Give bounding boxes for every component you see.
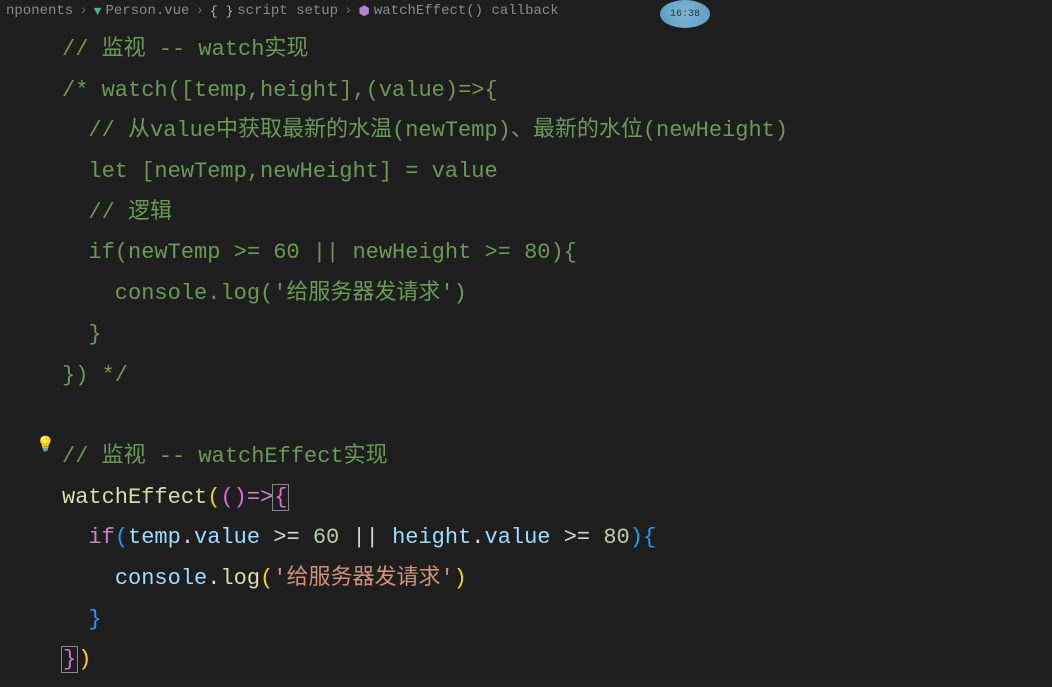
code-line: // 监视 -- watch实现 (62, 30, 1052, 71)
code-line: let [newTemp,newHeight] = value (62, 152, 1052, 193)
vue-icon: ▼ (94, 4, 102, 19)
code-line: } (62, 600, 1052, 641)
code-line: }) */ (62, 356, 1052, 397)
lightbulb-icon[interactable]: 💡 (36, 432, 55, 460)
code-line (62, 396, 1052, 437)
code-line: }) (62, 640, 1052, 681)
breadcrumb-symbol[interactable]: ⬢ watchEffect() callback (359, 3, 559, 19)
code-editor[interactable]: 💡 // 监视 -- watch实现 /* watch([temp,height… (0, 22, 1052, 681)
method-icon: ⬢ (359, 4, 370, 19)
code-line: if(temp.value >= 60 || height.value >= 8… (62, 518, 1052, 559)
braces-icon: { } (210, 4, 233, 19)
code-line: console.log('给服务器发请求') (62, 274, 1052, 315)
code-line: } (62, 315, 1052, 356)
chevron-right-icon: › (344, 3, 352, 19)
breadcrumb-scope[interactable]: { } script setup (210, 3, 338, 19)
code-line: // 逻辑 (62, 193, 1052, 234)
chevron-right-icon: › (79, 3, 87, 19)
breadcrumb-file[interactable]: ▼ Person.vue (94, 3, 190, 19)
code-line: // 从value中获取最新的水温(newTemp)、最新的水位(newHeig… (62, 111, 1052, 152)
breadcrumb-folder[interactable]: nponents (6, 3, 73, 19)
code-line: console.log('给服务器发请求') (62, 559, 1052, 600)
code-line: // 监视 -- watchEffect实现 (62, 437, 1052, 478)
chevron-right-icon: › (195, 3, 203, 19)
breadcrumb: nponents › ▼ Person.vue › { } script set… (0, 0, 1052, 22)
code-line: /* watch([temp,height],(value)=>{ (62, 71, 1052, 112)
code-line: if(newTemp >= 60 || newHeight >= 80){ (62, 233, 1052, 274)
code-line: watchEffect(()=>{ (62, 478, 1052, 519)
